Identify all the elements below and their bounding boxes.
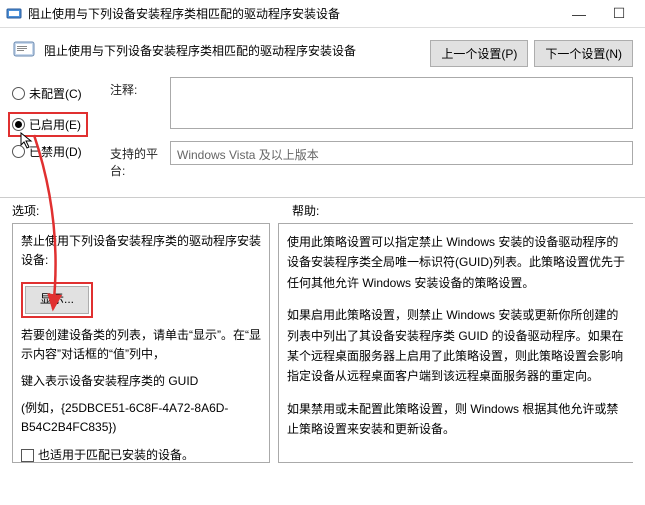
help-text: 使用此策略设置可以指定禁止 Windows 安装的设备驱动程序的设备安装程序类全… (287, 232, 625, 293)
help-text: 如果禁用或未配置此策略设置，则 Windows 根据其他允许或禁止策略设置来安装… (287, 399, 625, 440)
options-text: 若要创建设备类的列表，请单击“显示”。在“显示内容”对话框的“值”列中， (21, 326, 261, 364)
help-text: 如果启用此策略设置，则禁止 Windows 安装或更新你所创建的列表中列出了其设… (287, 305, 625, 387)
maximize-button[interactable]: ☐ (599, 0, 639, 28)
minimize-button[interactable]: — (559, 0, 599, 28)
options-pane: 禁止使用下列设备安装程序类的驱动程序安装设备: 显示... 若要创建设备类的列表… (12, 223, 270, 463)
options-label: 选项: (12, 202, 272, 219)
options-text: (例如，{25DBCE51-6C8F-4A72-8A6D-B54C2B4FC83… (21, 399, 261, 437)
radio-disabled[interactable]: 已禁用(D) (12, 143, 102, 160)
window-title: 阻止使用与下列设备安装程序类相匹配的驱动程序安装设备 (28, 5, 559, 22)
app-icon (6, 6, 22, 22)
comment-label: 注释: (110, 77, 170, 98)
radio-label: 已启用(E) (29, 116, 81, 133)
radio-enabled[interactable]: 已启用(E) (8, 112, 88, 137)
radio-label: 未配置(C) (29, 85, 82, 102)
also-apply-checkbox[interactable]: 也适用于匹配已安装的设备。 (21, 446, 261, 464)
radio-label: 已禁用(D) (29, 143, 82, 160)
next-setting-button[interactable]: 下一个设置(N) (534, 40, 633, 67)
state-radios: 未配置(C) 已启用(E) 已禁用(D) (12, 77, 102, 191)
policy-icon (12, 38, 36, 62)
show-button[interactable]: 显示... (25, 286, 89, 313)
checkbox-icon (21, 449, 34, 462)
highlight-box: 显示... (21, 282, 93, 317)
header: 阻止使用与下列设备安装程序类相匹配的驱动程序安装设备 上一个设置(P) 下一个设… (0, 28, 645, 73)
platform-textbox[interactable]: Windows Vista 及以上版本 (170, 141, 633, 165)
section-labels: 选项: 帮助: (0, 202, 645, 223)
options-text: 禁止使用下列设备安装程序类的驱动程序安装设备: (21, 232, 261, 270)
settings-top: 未配置(C) 已启用(E) 已禁用(D) 注释: 支持的平台: Windows … (0, 73, 645, 191)
comment-textbox[interactable] (170, 77, 633, 129)
help-label: 帮助: (272, 202, 633, 219)
options-text: 键入表示设备安装程序类的 GUID (21, 372, 261, 391)
checkbox-label: 也适用于匹配已安装的设备。 (38, 446, 194, 464)
radio-not-configured[interactable]: 未配置(C) (12, 85, 102, 102)
titlebar: 阻止使用与下列设备安装程序类相匹配的驱动程序安装设备 — ☐ (0, 0, 645, 28)
content-panes: 禁止使用下列设备安装程序类的驱动程序安装设备: 显示... 若要创建设备类的列表… (0, 223, 645, 463)
divider (0, 197, 645, 198)
help-pane: 使用此策略设置可以指定禁止 Windows 安装的设备驱动程序的设备安装程序类全… (278, 223, 633, 463)
prev-setting-button[interactable]: 上一个设置(P) (430, 40, 528, 67)
platform-label: 支持的平台: (110, 141, 170, 179)
page-title: 阻止使用与下列设备安装程序类相匹配的驱动程序安装设备 (44, 38, 430, 59)
